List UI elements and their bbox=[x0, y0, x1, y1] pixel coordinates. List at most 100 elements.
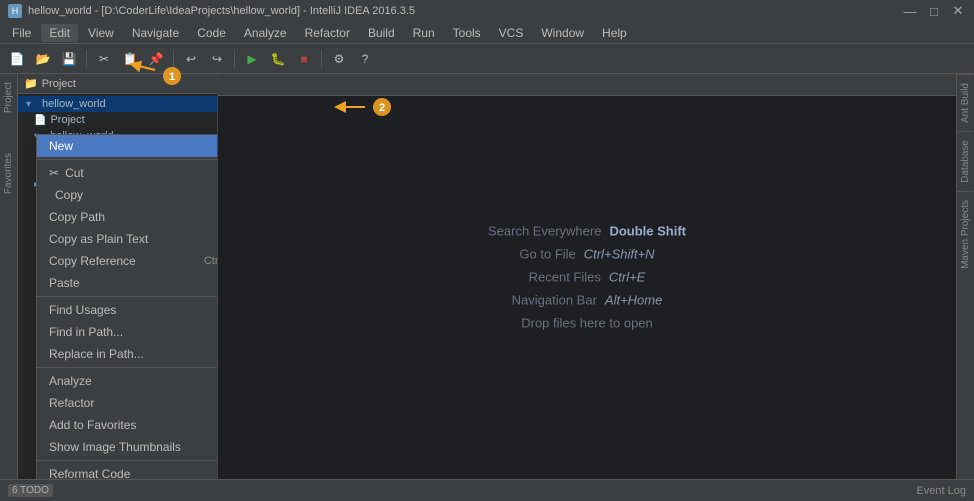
folder-icon: ▾ bbox=[26, 99, 38, 110]
tab-strip bbox=[218, 74, 956, 96]
project-panel: 📁 Project ▾ hellow_world 📄 Project ▾ hel… bbox=[18, 74, 218, 479]
hint-nav-shortcut: Alt+Home bbox=[605, 292, 662, 307]
hint-goto-text: Go to File bbox=[519, 246, 575, 261]
ctx-find-usages-label: Find Usages bbox=[49, 303, 116, 317]
ctx-paste[interactable]: Paste Ctrl+V bbox=[37, 272, 218, 294]
ctx-find-path-label: Find in Path... bbox=[49, 325, 123, 339]
context-menu: New ▶ ✂ Cut Ctrl+X Copy Ctrl+C bbox=[36, 134, 218, 479]
ctx-copy-path[interactable]: Copy Path bbox=[37, 206, 218, 228]
right-tab-maven[interactable]: Maven Projects bbox=[958, 191, 973, 277]
ctx-thumbnails-label: Show Image Thumbnails bbox=[49, 440, 181, 454]
toolbar-save[interactable]: 💾 bbox=[58, 48, 80, 70]
hint-search-text: Search Everywhere bbox=[488, 223, 601, 238]
toolbar-debug[interactable]: 🐛 bbox=[267, 48, 289, 70]
ctx-copy-ref-label: Copy Reference bbox=[49, 254, 136, 268]
toolbar-redo[interactable]: ↪ bbox=[206, 48, 228, 70]
bottom-right: Event Log bbox=[916, 485, 966, 497]
ctx-find-usages[interactable]: Find Usages Alt+F7 bbox=[37, 299, 218, 321]
menu-analyze[interactable]: Analyze bbox=[236, 24, 295, 42]
todo-badge[interactable]: 6 TODO bbox=[8, 484, 53, 497]
project-label: Project bbox=[42, 78, 76, 90]
ctx-sep-4 bbox=[37, 460, 218, 461]
hint-drop-text: Drop files here to open bbox=[521, 315, 653, 330]
menu-vcs[interactable]: VCS bbox=[491, 24, 532, 42]
right-tab-ant[interactable]: Ant Build bbox=[958, 74, 973, 131]
ctx-add-favorites[interactable]: Add to Favorites bbox=[37, 414, 218, 436]
ctx-analyze-label: Analyze bbox=[49, 374, 92, 388]
hint-recent: Recent Files Ctrl+E bbox=[488, 269, 686, 284]
hint-recent-shortcut: Ctrl+E bbox=[609, 269, 645, 284]
close-button[interactable]: ✕ bbox=[950, 4, 966, 18]
menu-help[interactable]: Help bbox=[594, 24, 635, 42]
toolbar-sep-4 bbox=[321, 50, 322, 68]
hint-nav-bar: Navigation Bar Alt+Home bbox=[488, 292, 686, 307]
project-icon: 📁 bbox=[24, 77, 38, 90]
editor-hints: Search Everywhere Double Shift Go to Fil… bbox=[488, 215, 686, 338]
tree-item-project[interactable]: 📄 Project bbox=[18, 112, 217, 128]
toolbar-settings[interactable]: ⚙ bbox=[328, 48, 350, 70]
event-log-label[interactable]: Event Log bbox=[916, 485, 966, 497]
ctx-find-path[interactable]: Find in Path... Ctrl+Shift+F bbox=[37, 321, 218, 343]
toolbar-run[interactable]: ▶ bbox=[241, 48, 263, 70]
right-tab-database[interactable]: Database bbox=[958, 131, 973, 191]
ctx-copy-ref-shortcut: Ctrl+Alt+Shift+C bbox=[204, 255, 218, 267]
ctx-replace-path-label: Replace in Path... bbox=[49, 347, 144, 361]
menu-refactor[interactable]: Refactor bbox=[297, 24, 358, 42]
ctx-paste-label: Paste bbox=[49, 276, 80, 290]
ctx-copy[interactable]: Copy Ctrl+C bbox=[37, 184, 218, 206]
ctx-replace-path[interactable]: Replace in Path... Ctrl+Shift+R bbox=[37, 343, 218, 365]
ctx-copy-ref[interactable]: Copy Reference Ctrl+Alt+Shift+C bbox=[37, 250, 218, 272]
toolbar-help[interactable]: ? bbox=[354, 48, 376, 70]
hint-search: Search Everywhere Double Shift bbox=[488, 223, 686, 238]
file-icon: 📄 bbox=[34, 115, 46, 126]
menu-code[interactable]: Code bbox=[189, 24, 234, 42]
maximize-button[interactable]: □ bbox=[926, 4, 942, 18]
toolbar-new[interactable]: 📄 bbox=[6, 48, 28, 70]
project-tab[interactable]: Project bbox=[2, 78, 15, 117]
tree-item-hellow-world[interactable]: ▾ hellow_world bbox=[18, 96, 217, 112]
favorites-tab[interactable]: Favorites bbox=[2, 149, 15, 198]
menu-view[interactable]: View bbox=[80, 24, 122, 42]
ctx-analyze[interactable]: Analyze ▶ bbox=[37, 370, 218, 392]
menu-build[interactable]: Build bbox=[360, 24, 403, 42]
title-bar-controls: — □ ✕ bbox=[902, 4, 966, 18]
toolbar-undo[interactable]: ↩ bbox=[180, 48, 202, 70]
toolbar: 📄 📂 💾 ✂ 📋 📌 ↩ ↪ ▶ 🐛 ■ ⚙ ? bbox=[0, 44, 974, 74]
ctx-new[interactable]: New ▶ bbox=[37, 135, 218, 157]
ctx-copy-path-label: Copy Path bbox=[49, 210, 105, 224]
editor-area: Search Everywhere Double Shift Go to Fil… bbox=[218, 74, 956, 479]
ctx-copy-plain-label: Copy as Plain Text bbox=[49, 232, 148, 246]
ctx-thumbnails[interactable]: Show Image Thumbnails Ctrl+Shift+T bbox=[37, 436, 218, 458]
ctx-add-favorites-label: Add to Favorites bbox=[49, 418, 136, 432]
ctx-copy-label: Copy bbox=[55, 188, 83, 202]
app-icon: H bbox=[8, 4, 22, 18]
left-sidebar-strip: Project Favorites bbox=[0, 74, 18, 479]
hint-recent-text: Recent Files bbox=[529, 269, 601, 284]
cut-icon: ✂ bbox=[49, 166, 59, 180]
menu-run[interactable]: Run bbox=[405, 24, 443, 42]
ctx-refactor-label: Refactor bbox=[49, 396, 94, 410]
hint-search-key: Double Shift bbox=[609, 223, 686, 238]
toolbar-cut[interactable]: ✂ bbox=[93, 48, 115, 70]
toolbar-paste[interactable]: 📌 bbox=[145, 48, 167, 70]
title-bar-text: hellow_world - [D:\CoderLife\IdeaProject… bbox=[28, 5, 415, 17]
menu-navigate[interactable]: Navigate bbox=[124, 24, 187, 42]
ctx-reformat[interactable]: Reformat Code Ctrl+Alt+L bbox=[37, 463, 218, 479]
toolbar-copy[interactable]: 📋 bbox=[119, 48, 141, 70]
menu-file[interactable]: File bbox=[4, 24, 39, 42]
toolbar-sep-2 bbox=[173, 50, 174, 68]
menu-edit[interactable]: Edit bbox=[41, 24, 78, 42]
minimize-button[interactable]: — bbox=[902, 4, 918, 18]
toolbar-open[interactable]: 📂 bbox=[32, 48, 54, 70]
ctx-refactor[interactable]: Refactor ▶ bbox=[37, 392, 218, 414]
tree-item-label: Project bbox=[50, 114, 84, 126]
hint-goto-shortcut: Ctrl+Shift+N bbox=[584, 246, 655, 261]
menu-window[interactable]: Window bbox=[533, 24, 592, 42]
ctx-cut[interactable]: ✂ Cut Ctrl+X bbox=[37, 162, 218, 184]
project-panel-title: 📁 Project bbox=[18, 74, 217, 94]
ctx-reformat-label: Reformat Code bbox=[49, 467, 130, 479]
toolbar-stop[interactable]: ■ bbox=[293, 48, 315, 70]
ctx-cut-label: Cut bbox=[65, 166, 84, 180]
menu-tools[interactable]: Tools bbox=[445, 24, 489, 42]
ctx-copy-plain[interactable]: Copy as Plain Text bbox=[37, 228, 218, 250]
